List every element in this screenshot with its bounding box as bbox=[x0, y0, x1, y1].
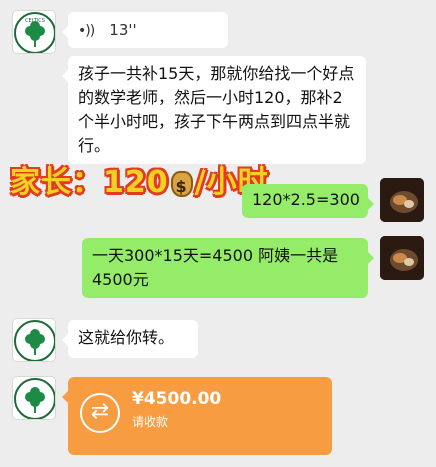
money-bag-icon: $ bbox=[170, 170, 193, 197]
avatar-self[interactable] bbox=[380, 178, 424, 222]
message-text: 这就给你转。 bbox=[78, 328, 175, 347]
transfer-arrows-icon: ⇄ bbox=[80, 393, 120, 433]
clover-icon bbox=[14, 320, 55, 361]
voice-wave-icon: •)) bbox=[78, 23, 95, 39]
message-text: 一天300*15天=4500 阿姨一共是4500元 bbox=[92, 246, 339, 289]
clover-icon bbox=[14, 378, 55, 419]
transfer-note: 请收款 bbox=[132, 415, 169, 429]
message-bubble[interactable]: 这就给你转。 bbox=[62, 320, 198, 358]
transfer-card[interactable]: ⇄ ¥4500.00 请收款 bbox=[62, 377, 332, 455]
message-bubble[interactable]: 120*2.5=300 bbox=[242, 184, 374, 218]
voice-message[interactable]: •)) 13'' bbox=[62, 12, 228, 48]
message-bubble[interactable]: 一天300*15天=4500 阿姨一共是4500元 bbox=[82, 238, 374, 298]
avatar-self[interactable] bbox=[380, 236, 424, 280]
photo-avatar-icon bbox=[380, 236, 424, 280]
overlay-caption: 家长：120 $/小时 bbox=[10, 157, 269, 201]
message-bubble[interactable]: 孩子一共补15天，那就你给找一个好点的数学老师，然后一小时120，那补2个半小时… bbox=[62, 56, 366, 164]
voice-duration: 13'' bbox=[109, 21, 137, 39]
message-text: 孩子一共补15天，那就你给找一个好点的数学老师，然后一小时120，那补2个半小时… bbox=[78, 64, 355, 155]
avatar-contact[interactable] bbox=[12, 318, 56, 362]
clover-icon: CELTICS bbox=[14, 12, 55, 53]
message-text: 120*2.5=300 bbox=[252, 190, 360, 209]
avatar-contact[interactable]: CELTICS bbox=[12, 10, 56, 54]
overlay-prefix: 家长：120 bbox=[10, 165, 169, 200]
photo-avatar-icon bbox=[380, 178, 424, 222]
transfer-amount: ¥4500.00 bbox=[132, 389, 222, 409]
avatar-contact[interactable] bbox=[12, 376, 56, 420]
